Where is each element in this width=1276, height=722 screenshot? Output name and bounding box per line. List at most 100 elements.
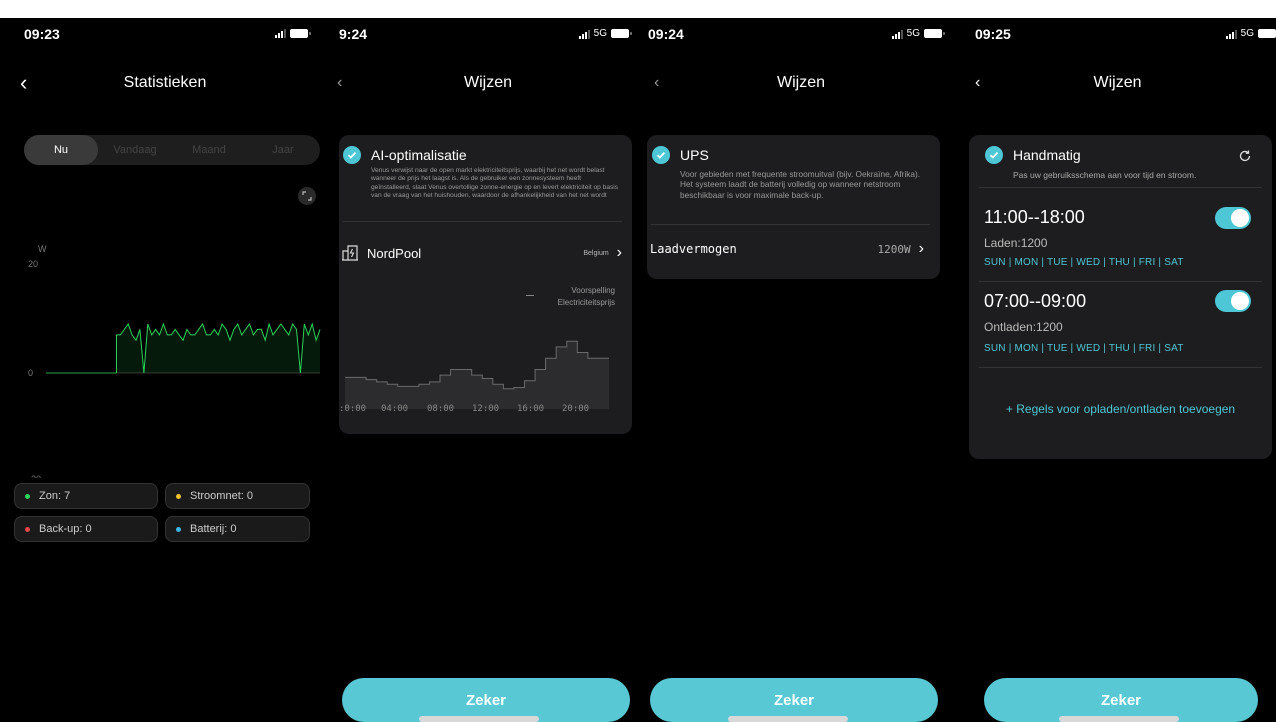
nav-bar: ‹ Wijzen: [333, 72, 643, 96]
screen-manual-mode: 09:25 5G ‹ Wijzen Handmatig Pas uw gebru…: [959, 18, 1276, 722]
status-bar: 09:25 5G: [959, 26, 1276, 46]
status-icons: 5G: [578, 28, 632, 39]
refresh-icon[interactable]: [1238, 149, 1252, 163]
confirm-label: Zeker: [773, 691, 815, 709]
divider: [979, 367, 1262, 368]
battery-icon: [290, 28, 311, 38]
home-indicator: [1059, 716, 1179, 722]
manual-title: Handmatig: [1013, 147, 1081, 163]
x-tick-label: 20:00: [562, 404, 590, 414]
tab-now[interactable]: Nu: [24, 135, 98, 165]
nav-bar: ‹ Statistieken: [0, 72, 330, 96]
battery-icon: [1258, 29, 1276, 38]
battery-icon: [924, 29, 945, 38]
signal-icon: [891, 29, 903, 39]
ups-option[interactable]: UPS: [652, 146, 709, 164]
tab-month[interactable]: Maand: [172, 135, 246, 165]
legend-dot: [176, 493, 181, 499]
x-tick-label: 08:00: [427, 404, 455, 414]
chevron-right-icon: ›: [616, 244, 622, 261]
add-rule-link[interactable]: + Regels voor opladen/ontladen toevoegen: [969, 402, 1272, 416]
rule-days[interactable]: SUN | MON | TUE | WED | THU | FRI | SAT: [984, 257, 1184, 268]
ai-card: AI-optimalisatie Venus verwijst naar de …: [339, 135, 632, 434]
legend-item: Back-up: 0: [14, 516, 158, 542]
network-label: 5G: [1240, 28, 1254, 39]
page-title: Statistieken: [123, 74, 207, 91]
nav-bar: ‹ Wijzen: [646, 72, 956, 96]
page: 09:23 ‹ Statistieken Nu Vandaag Maand Ja…: [0, 0, 1276, 722]
rule-days[interactable]: SUN | MON | TUE | WED | THU | FRI | SAT: [984, 343, 1184, 354]
battery-icon: [611, 29, 632, 38]
x-tick-label: 04:00: [381, 404, 409, 414]
region-label: Belgium: [583, 249, 609, 257]
y-tick-label: 20: [28, 259, 38, 269]
screen-ups-mode: 09:24 5G ‹ Wijzen UPS Voor gebieden met …: [646, 18, 956, 722]
legend-item: Batterij: 0: [165, 516, 310, 542]
tab-today[interactable]: Vandaag: [98, 135, 172, 165]
ai-description: Venus verwijst naar de open markt elektr…: [371, 167, 619, 200]
rule-toggle[interactable]: [1215, 290, 1251, 312]
nav-bar: ‹ Wijzen: [959, 72, 1276, 96]
nordpool-row[interactable]: NordPool Belgium ›: [341, 242, 622, 264]
network-label: 5G: [906, 28, 920, 39]
status-icons: 5G: [1225, 28, 1276, 39]
tab-label: Nu: [53, 144, 69, 156]
top-strip: [0, 0, 1276, 18]
rule-mode: Laden:1200: [984, 236, 1048, 250]
check-icon: [652, 146, 670, 164]
page-title: Wijzen: [776, 74, 825, 91]
tab-label: Jaar: [272, 144, 294, 156]
power-grid-icon: [342, 245, 358, 261]
charge-value: 1200W: [877, 242, 911, 256]
confirm-label: Zeker: [1100, 691, 1142, 709]
divider: [979, 187, 1262, 188]
divider: [343, 221, 622, 222]
page-title: Wijzen: [463, 74, 512, 91]
status-bar: 09:23: [0, 26, 330, 46]
legend-line-1: Voorspelling: [571, 286, 615, 295]
status-icons: [275, 28, 311, 38]
home-indicator: [728, 716, 848, 722]
status-time: 09:25: [975, 26, 1011, 42]
screen-ai-mode: 9:24 5G ‹ Wijzen AI-optimalisatie Venus …: [333, 18, 643, 722]
status-bar: 09:24 5G: [646, 26, 956, 46]
fullscreen-icon[interactable]: [298, 187, 316, 205]
rule-mode: Ontladen:1200: [984, 320, 1063, 334]
legend-item: Zon: 7: [14, 483, 158, 509]
ups-title: UPS: [680, 147, 709, 163]
check-icon: [343, 146, 361, 164]
check-icon: [985, 146, 1003, 164]
screen-statistics: 09:23 ‹ Statistieken Nu Vandaag Maand Ja…: [0, 18, 330, 722]
y-tick-label: -20: [28, 474, 41, 478]
divider: [651, 224, 930, 225]
rule-time: 07:00--09:00: [984, 291, 1087, 311]
rule-toggle[interactable]: [1215, 207, 1251, 229]
legend-label: Stroomnet: 0: [190, 490, 253, 502]
manual-card: Handmatig Pas uw gebruiksschema aan voor…: [969, 135, 1272, 459]
period-tabs: Nu Vandaag Maand Jaar: [24, 135, 320, 165]
signal-icon: [275, 28, 286, 38]
x-tick-label: 12:00: [472, 404, 500, 414]
ai-option[interactable]: AI-optimalisatie: [343, 146, 467, 164]
divider: [979, 281, 1262, 282]
price-x-axis: :0:00 04:00 08:00 12:00 16:00 20:00: [339, 404, 619, 416]
tab-label: Vandaag: [113, 144, 157, 156]
tab-label: Maand: [192, 144, 226, 156]
charge-power-row[interactable]: Laadvermogen 1200W ›: [650, 238, 924, 260]
x-tick-label: 16:00: [517, 404, 545, 414]
tab-year[interactable]: Jaar: [246, 135, 320, 165]
nordpool-label: NordPool: [367, 245, 422, 261]
legend-dot: [176, 526, 181, 532]
ai-title: AI-optimalisatie: [371, 147, 467, 163]
legend-label: Zon: 7: [39, 490, 71, 502]
network-label: 5G: [593, 28, 607, 39]
manual-option[interactable]: Handmatig: [985, 146, 1081, 164]
price-chart: [345, 340, 609, 409]
signal-icon: [578, 29, 590, 39]
signal-icon: [1225, 29, 1237, 39]
status-bar: 9:24 5G: [333, 26, 643, 46]
status-icons: 5G: [891, 28, 945, 39]
home-indicator: [419, 716, 539, 722]
legend-label: Back-up: 0: [39, 523, 92, 535]
legend-dot: [25, 526, 30, 532]
